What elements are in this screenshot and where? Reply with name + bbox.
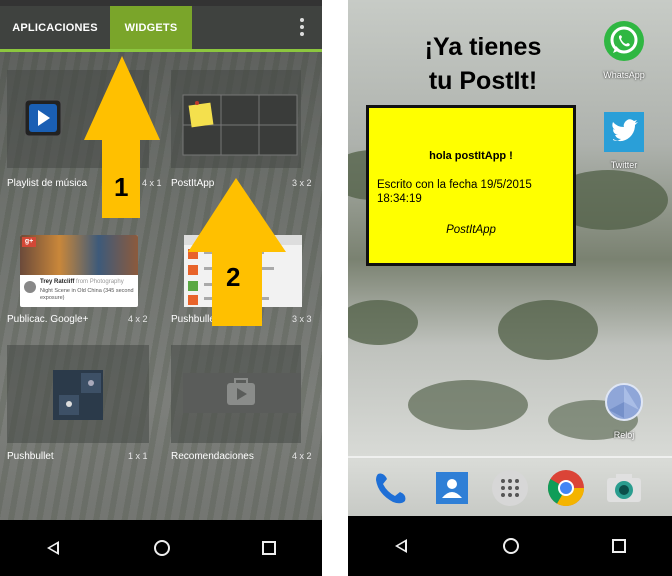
- app-label: Reloj: [613, 430, 635, 440]
- post-caption: Night Scene in Old China (345 second exp…: [40, 288, 134, 301]
- overflow-menu-icon[interactable]: [300, 18, 304, 36]
- widget-size: 4 x 2: [128, 314, 148, 324]
- google-plus-preview: g+ Trey Ratcliff from Photography Night …: [20, 235, 138, 307]
- widget-size: 4 x 2: [292, 451, 312, 461]
- chrome-icon[interactable]: [546, 468, 586, 508]
- app-whatsapp[interactable]: WhatsApp: [594, 20, 654, 80]
- briefcase-play-icon: [183, 373, 301, 413]
- widget-name: Publicac. Google+: [7, 314, 89, 325]
- app-label: WhatsApp: [603, 70, 645, 80]
- camera-icon[interactable]: [604, 468, 644, 508]
- avatar: [24, 281, 36, 293]
- arrow-label-2: 2: [226, 262, 241, 292]
- pushbullet-icon: [53, 370, 103, 420]
- dock-divider: [348, 456, 672, 458]
- widget-size: 3 x 3: [292, 314, 312, 324]
- post-author: Trey Ratcliff: [40, 279, 75, 285]
- clock-icon: [605, 383, 643, 421]
- postit-body: Escrito con la fecha 19/5/2015 18:34:19: [377, 179, 532, 205]
- widget-name: Pushbullet: [7, 451, 54, 462]
- postit-signature: PostItApp: [446, 224, 496, 236]
- postit-widget[interactable]: hola postItApp ! Escrito con la fecha 19…: [366, 105, 576, 266]
- whatsapp-icon: [604, 21, 644, 61]
- twitter-icon: [604, 112, 644, 152]
- home-icon[interactable]: [154, 540, 170, 556]
- app-reloj[interactable]: Reloj: [594, 382, 654, 440]
- post-source: from Photography: [76, 279, 124, 285]
- arrow-label-1: 1: [114, 172, 129, 202]
- arrow-annotation-2: [188, 178, 286, 326]
- widget-size: 3 x 2: [292, 178, 312, 188]
- widget-recomendaciones[interactable]: Recomendaciones 4 x 2: [171, 345, 321, 465]
- widget-pushbullet-small[interactable]: Pushbullet 1 x 1: [7, 345, 157, 465]
- google-plus-icon: g+: [22, 237, 36, 247]
- home-screen: ¡Ya tienes tu PostIt! hola postItApp ! E…: [348, 0, 672, 576]
- app-label: Twitter: [610, 160, 638, 170]
- widget-name: Recomendaciones: [171, 451, 254, 462]
- tab-widgets[interactable]: WIDGETS: [110, 6, 192, 49]
- headline: ¡Ya tienes tu PostIt!: [378, 30, 588, 98]
- navigation-bar: [0, 520, 322, 576]
- widget-picker-tabs: APLICACIONES WIDGETS: [0, 6, 322, 52]
- headline-line-1: ¡Ya tienes: [424, 33, 542, 61]
- widget-preview: [171, 345, 301, 443]
- post-author-line: Trey Ratcliff from Photography: [40, 279, 124, 285]
- widget-size: 1 x 1: [128, 451, 148, 461]
- widget-google-plus[interactable]: g+ Trey Ratcliff from Photography Night …: [7, 230, 157, 330]
- app-drawer-icon[interactable]: [490, 468, 530, 508]
- app-twitter[interactable]: Twitter: [594, 112, 654, 170]
- postit-title: hola postItApp !: [429, 150, 513, 162]
- widget-picker-screen: APLICACIONES WIDGETS Playlist de música …: [0, 0, 322, 576]
- recents-icon[interactable]: [611, 539, 626, 553]
- postit-grid-preview: [182, 94, 298, 156]
- headline-line-2: tu PostIt!: [428, 67, 538, 95]
- widget-name: Playlist de música: [7, 178, 88, 189]
- contacts-icon[interactable]: [432, 468, 472, 508]
- back-icon[interactable]: [46, 540, 62, 556]
- back-icon[interactable]: [394, 538, 410, 554]
- home-icon[interactable]: [502, 538, 519, 554]
- photo-thumbnail: [20, 235, 138, 275]
- widget-preview: [7, 345, 149, 443]
- tab-aplicaciones[interactable]: APLICACIONES: [0, 6, 110, 49]
- navigation-bar: [348, 516, 672, 576]
- phone-icon[interactable]: [372, 468, 412, 508]
- recents-icon[interactable]: [262, 541, 276, 555]
- widget-preview: [171, 70, 301, 168]
